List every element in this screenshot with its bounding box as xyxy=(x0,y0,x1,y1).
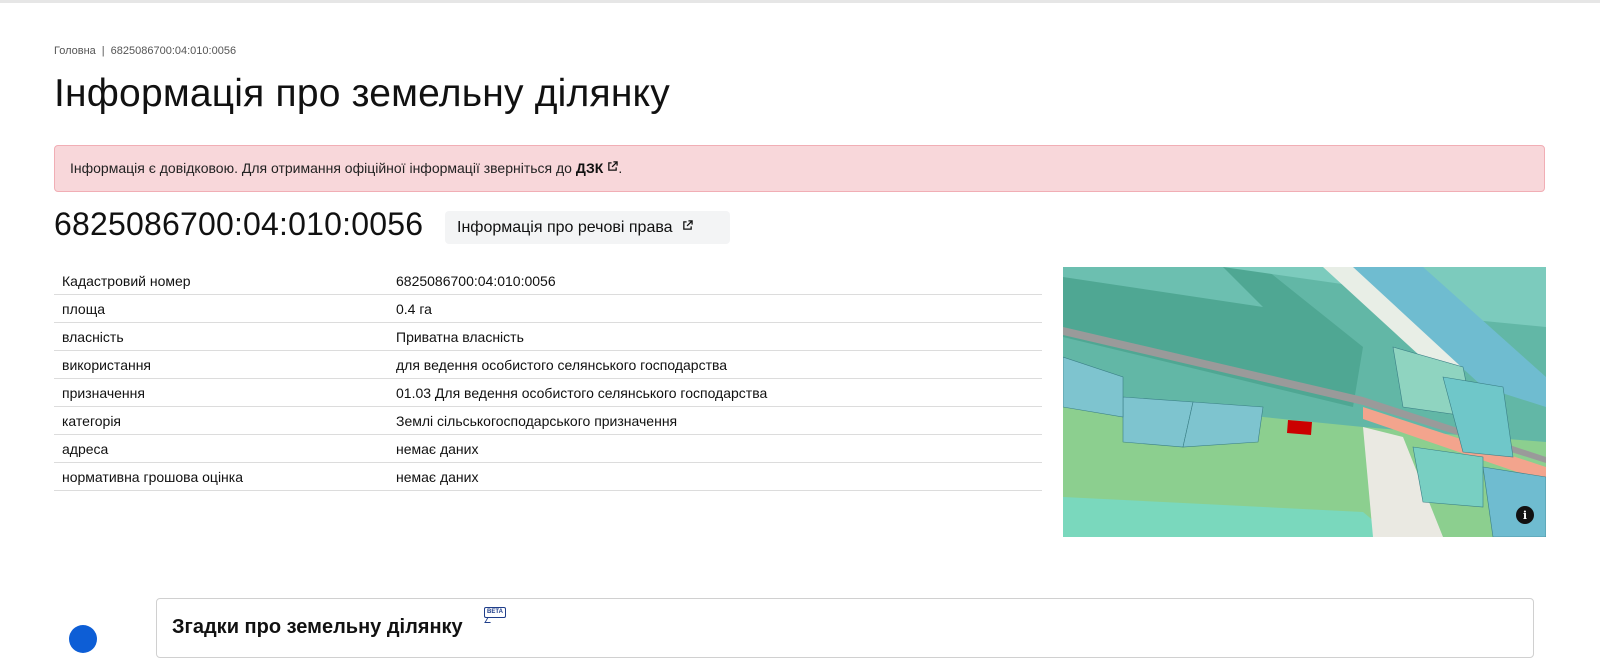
row-label: призначення xyxy=(54,378,388,407)
property-rights-button[interactable]: Інформація про речові права xyxy=(445,211,730,244)
table-row: площа 0.4 га xyxy=(54,294,1042,323)
svg-text:i: i xyxy=(1523,509,1527,522)
parcel-highlight xyxy=(1287,420,1312,435)
parcel-info-table: Кадастровий номер 6825086700:04:010:0056 … xyxy=(54,267,1042,491)
beta-badge: BETA xyxy=(482,605,508,623)
row-value: немає даних xyxy=(388,462,1042,491)
table-row: адреса немає даних xyxy=(54,434,1042,463)
dzk-link[interactable]: ДЗК xyxy=(575,160,619,176)
map-canvas[interactable]: i xyxy=(1063,267,1546,537)
table-row: категорія Землі сільськогосподарського пр… xyxy=(54,406,1042,435)
breadcrumb-current: 6825086700:04:010:0056 xyxy=(110,45,237,57)
row-value: Землі сільськогосподарського призначення xyxy=(388,406,1042,435)
breadcrumb-separator: | xyxy=(101,45,105,57)
top-divider xyxy=(0,0,1600,3)
breadcrumb: Головна | 6825086700:04:010:0056 xyxy=(54,45,236,57)
property-rights-button-label: Інформація про речові права xyxy=(457,219,673,236)
row-label: власність xyxy=(54,322,388,351)
table-row: використання для ведення особистого селян… xyxy=(54,350,1042,379)
row-label: адреса xyxy=(54,434,388,463)
dzk-link-label: ДЗК xyxy=(575,160,604,176)
row-label: категорія xyxy=(54,406,388,435)
table-row: нормативна грошова оцінка немає даних xyxy=(54,462,1042,491)
mentions-panel: Згадки про земельну ділянку BETA xyxy=(156,598,1534,658)
alert-text: Інформація є довідковою. Для отримання о… xyxy=(70,160,576,176)
external-link-icon xyxy=(682,220,693,230)
row-label: Кадастровий номер xyxy=(54,267,388,295)
reference-info-alert: Інформація є довідковою. Для отримання о… xyxy=(54,145,1545,192)
row-value: 6825086700:04:010:0056 xyxy=(388,267,1042,295)
table-row: власність Приватна власність xyxy=(54,322,1042,351)
row-value: немає даних xyxy=(388,434,1042,463)
table-row: призначення 01.03 Для ведення особистого … xyxy=(54,378,1042,407)
breadcrumb-home-link[interactable]: Головна xyxy=(54,45,96,57)
row-label: нормативна грошова оцінка xyxy=(54,462,388,491)
row-value: 0.4 га xyxy=(388,294,1042,323)
row-label: площа xyxy=(54,294,388,323)
row-value: 01.03 Для ведення особистого селянського… xyxy=(388,378,1042,407)
row-value: Приватна власність xyxy=(388,322,1042,351)
cadastral-number-heading: 6825086700:04:010:0056 xyxy=(54,206,424,242)
table-row: Кадастровий номер 6825086700:04:010:0056 xyxy=(54,267,1042,295)
parcel-map[interactable]: i xyxy=(1063,267,1546,537)
page-title: Інформація про земельну ділянку xyxy=(54,72,670,115)
external-link-icon xyxy=(608,161,619,171)
alert-suffix: . xyxy=(618,160,623,176)
row-value: для ведення особистого селянського госпо… xyxy=(388,350,1042,379)
row-label: використання xyxy=(54,350,388,379)
mentions-title: Згадки про земельну ділянку xyxy=(172,616,463,638)
timeline-dot xyxy=(69,625,97,653)
